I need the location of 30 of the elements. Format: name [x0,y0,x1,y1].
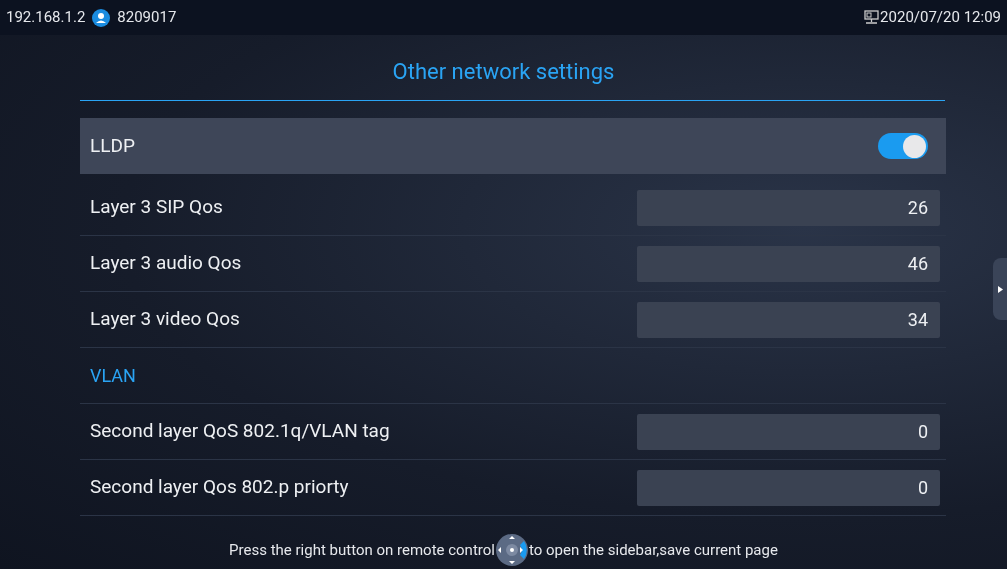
user-icon [92,8,111,27]
setting-label: Second layer Qos 802.p priorty [90,474,350,501]
setting-row[interactable]: Layer 3 video Qos 34 [80,292,946,348]
hint-text: to open the sidebar,save current page [528,539,778,561]
input-field[interactable]: 46 [637,245,940,282]
input-field[interactable]: 34 [637,301,940,338]
setting-label: Layer 3 SIP Qos [90,194,224,221]
setting-label: LLDP [90,132,136,159]
input-field[interactable]: 0 [637,469,940,506]
hint-text: Press the right button on remote control [229,539,495,561]
sidebar-handle[interactable] [993,258,1007,320]
date-time: 2020/07/20 12:09 [880,7,1001,29]
setting-row[interactable]: Layer 3 audio Qos 46 [80,236,946,292]
caret-icon [997,285,1003,293]
input-field[interactable]: 26 [637,189,940,226]
setting-row[interactable]: Second layer QoS 802.1q/VLAN tag 0 [80,404,946,460]
setting-row[interactable]: LLDP [80,118,946,174]
network-icon [864,10,880,25]
setting-label: Layer 3 video Qos [90,306,241,333]
ip-address: 192.168.1.2 [6,7,86,29]
setting-row[interactable]: Layer 3 SIP Qos 26 [80,180,946,236]
page-title: Other network settings [392,59,615,84]
setting-row[interactable]: Second layer Qos 802.p priorty 0 [80,460,946,516]
setting-label: Layer 3 audio Qos [90,250,243,277]
account-number: 8209017 [117,7,177,29]
remote-dpad-icon [494,533,529,567]
section-heading: VLAN [90,364,136,388]
toggle-switch[interactable] [878,133,928,159]
setting-label: Second layer QoS 802.1q/VLAN tag [90,418,391,445]
input-field[interactable]: 0 [637,413,940,450]
